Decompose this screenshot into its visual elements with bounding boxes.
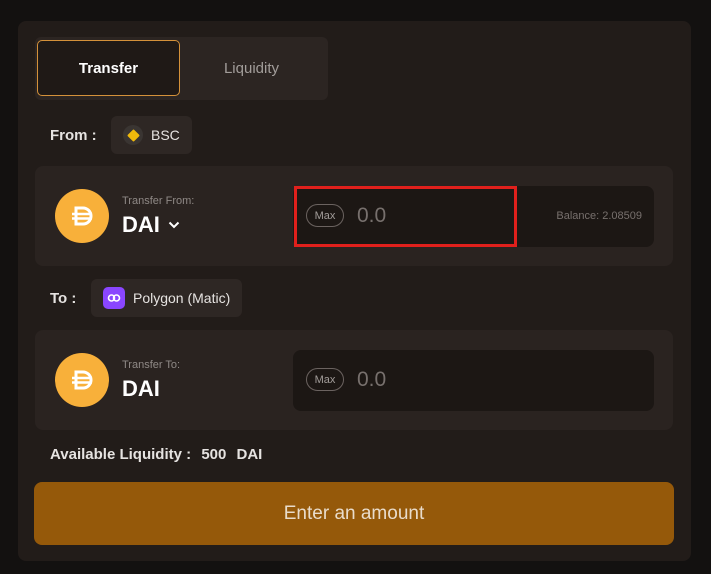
transfer-to-panel: Transfer To: DAI Max [35,330,673,430]
from-token-name: DAI [122,212,160,237]
from-label: From : [50,127,97,144]
to-chain-name: Polygon (Matic) [133,290,231,306]
available-liquidity: Available Liquidity : 500 DAI [50,446,262,463]
polygon-icon [103,287,125,309]
to-amount-box: Max [293,350,654,411]
transfer-from-caption: Transfer From: [122,195,195,207]
from-chain-name: BSC [151,127,180,143]
to-token-name: DAI [122,376,160,401]
to-label: To : [50,290,77,307]
transfer-to-caption: Transfer To: [122,359,181,371]
from-chain-selector[interactable]: BSC [111,116,192,154]
from-token-selector[interactable]: DAI [122,212,180,238]
balance-text: Balance: 2.08509 [556,210,642,222]
to-chain-selector[interactable]: Polygon (Matic) [91,279,243,317]
chevron-down-icon [168,221,180,229]
tab-transfer[interactable]: Transfer [37,40,180,96]
to-max-button[interactable]: Max [306,368,344,391]
bnb-chain-icon [123,125,143,145]
available-liquidity-value: 500 [201,446,227,463]
mode-tabs: Transfer Liquidity [35,37,328,100]
highlight-box [294,186,517,247]
enter-amount-button[interactable]: Enter an amount [34,482,674,545]
available-liquidity-label: Available Liquidity : [50,446,192,463]
available-liquidity-unit: DAI [236,446,263,463]
to-amount-input[interactable] [357,363,507,397]
tab-liquidity[interactable]: Liquidity [180,40,323,96]
dai-token-icon [55,189,109,243]
dai-token-icon [55,353,109,407]
